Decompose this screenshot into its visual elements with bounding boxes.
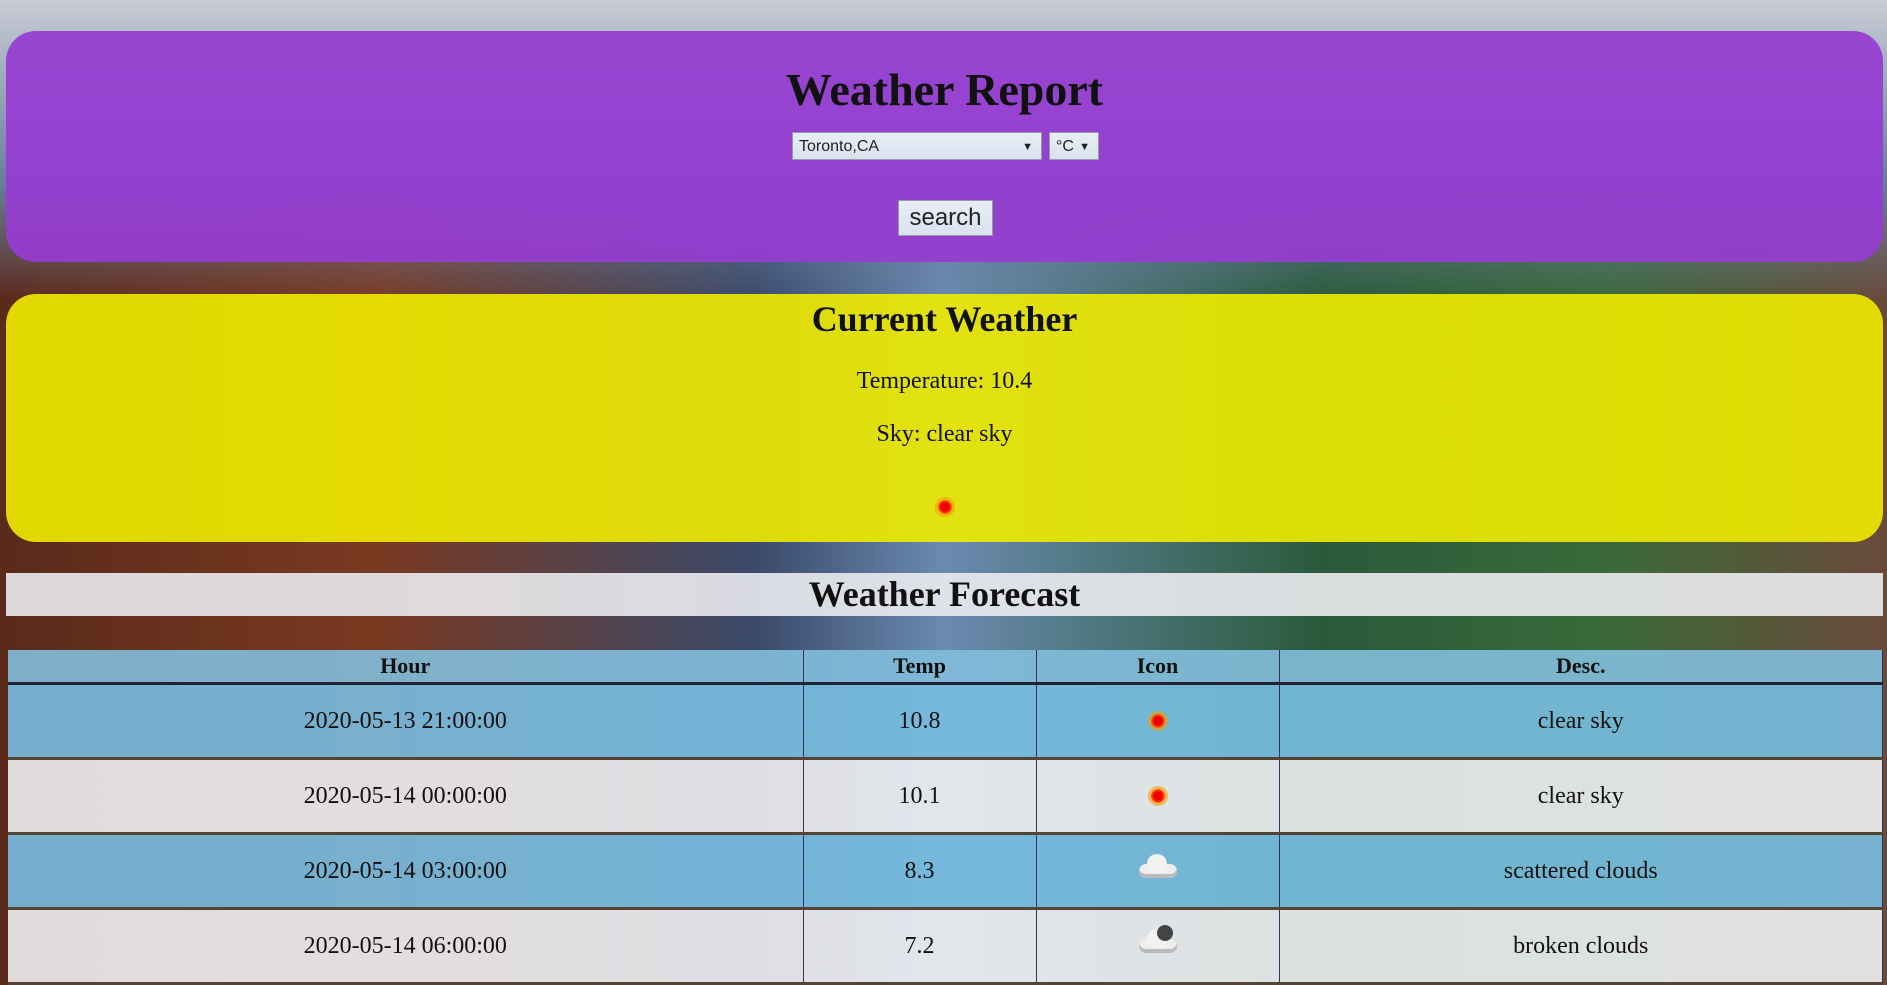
sun-icon (1150, 788, 1165, 803)
table-row: 2020-05-14 06:00:00 7.2 broken clouds (8, 908, 1883, 985)
temp-cell: 8.3 (803, 833, 1037, 910)
broken-clouds-icon (1138, 924, 1177, 953)
icon-cell (1036, 683, 1280, 760)
desc-cell: broken clouds (1279, 908, 1883, 985)
temp-cell: 10.1 (803, 758, 1037, 835)
search-panel: Weather Report Toronto,CA ▼ °C ▼ search (6, 31, 1883, 262)
table-header-row: Hour Temp Icon Desc. (8, 650, 1883, 685)
column-header-desc: Desc. (1279, 650, 1883, 685)
unit-select[interactable]: °C ▼ (1049, 132, 1099, 160)
column-header-temp: Temp (803, 650, 1037, 685)
current-temperature: Temperature: 10.4 (856, 368, 1033, 394)
dropdown-arrow-icon: ▼ (1022, 141, 1033, 153)
forecast-title: Weather Forecast (6, 573, 1883, 616)
hour-cell: 2020-05-14 00:00:00 (8, 758, 804, 835)
temp-cell: 10.8 (803, 683, 1037, 760)
hour-cell: 2020-05-13 21:00:00 (8, 683, 804, 760)
dropdown-arrow-icon: ▼ (1079, 141, 1090, 153)
city-select-value: Toronto,CA (799, 138, 880, 155)
table-row: 2020-05-13 21:00:00 10.8 clear sky (8, 683, 1883, 760)
hour-cell: 2020-05-14 03:00:00 (8, 833, 804, 910)
icon-cell (1036, 833, 1280, 910)
city-select[interactable]: Toronto,CA ▼ (792, 132, 1042, 160)
cloud-icon (1138, 853, 1177, 878)
sun-icon (1150, 713, 1165, 728)
current-weather-title: Current Weather (811, 299, 1078, 339)
search-button[interactable]: search (898, 200, 993, 236)
icon-cell (1036, 758, 1280, 835)
sun-icon (937, 500, 952, 514)
desc-cell: clear sky (1279, 683, 1883, 760)
desc-cell: clear sky (1279, 758, 1883, 835)
forecast-table: Hour Temp Icon Desc. 2020-05-13 21:00:00… (8, 650, 1883, 985)
desc-cell: scattered clouds (1279, 833, 1883, 910)
table-row: 2020-05-14 03:00:00 8.3 scattered clouds (8, 833, 1883, 910)
current-sky: Sky: clear sky (876, 421, 1013, 447)
column-header-icon: Icon (1036, 650, 1280, 685)
icon-cell (1036, 908, 1280, 985)
current-weather-panel: Current Weather Temperature: 10.4 Sky: c… (6, 294, 1883, 542)
table-row: 2020-05-14 00:00:00 10.1 clear sky (8, 758, 1883, 835)
unit-select-value: °C (1056, 138, 1074, 155)
temp-cell: 7.2 (803, 908, 1037, 985)
column-header-hour: Hour (8, 650, 804, 685)
hour-cell: 2020-05-14 06:00:00 (8, 908, 804, 985)
page-title: Weather Report (785, 64, 1104, 115)
